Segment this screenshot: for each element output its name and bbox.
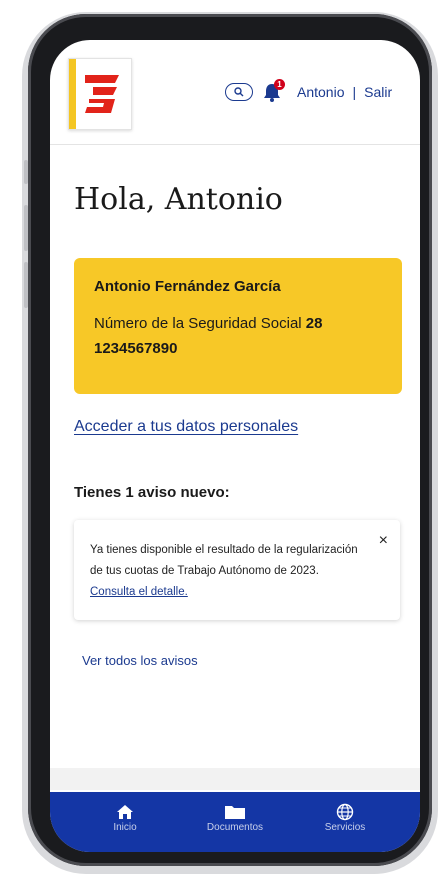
header-divider (50, 144, 420, 145)
notice-message: Ya tienes disponible el resultado de la … (90, 540, 360, 603)
home-icon (117, 805, 133, 819)
notice-text: Ya tienes disponible el resultado de la … (90, 544, 358, 577)
user-full-name: Antonio Fernández García (94, 278, 281, 295)
nav-label-inicio: Inicio (113, 822, 137, 833)
notices-heading: Tienes 1 aviso nuevo: (74, 484, 230, 501)
logo-mark-icon (85, 75, 119, 113)
app-logo[interactable] (68, 58, 132, 130)
nav-label-documentos: Documentos (206, 822, 264, 833)
social-security-label: Número de la Seguridad Social (94, 315, 302, 332)
notification-badge: 1 (274, 79, 285, 90)
notice-card: Ya tienes disponible el resultado de la … (74, 520, 400, 620)
notifications-button[interactable]: 1 (261, 79, 285, 103)
search-icon (234, 87, 244, 97)
globe-icon (336, 803, 354, 821)
nav-item-inicio[interactable]: Inicio (70, 792, 180, 852)
user-info-card: Antonio Fernández García Número de la Se… (74, 258, 402, 394)
content-bottom-shade (50, 768, 420, 790)
search-button[interactable] (225, 83, 253, 101)
nav-item-servicios[interactable]: Servicios (290, 792, 400, 852)
notice-detail-link[interactable]: Consulta el detalle. (90, 586, 188, 598)
user-name-link[interactable]: Antonio (297, 84, 344, 100)
header-actions: 1 Antonio | Salir (225, 79, 392, 104)
page-title: Hola, Antonio (74, 182, 283, 217)
social-security-info: Número de la Seguridad Social 28 1234567… (94, 311, 384, 361)
header-separator: | (352, 84, 357, 100)
logout-link[interactable]: Salir (364, 84, 392, 100)
personal-data-link[interactable]: Acceder a tus datos personales (74, 418, 298, 436)
bottom-navigation: Inicio Documentos Servicios (50, 792, 420, 852)
folder-icon (225, 806, 245, 819)
app-screen: 1 Antonio | Salir Hola, Antonio Antonio … (50, 40, 420, 852)
nav-item-documentos[interactable]: Documentos (180, 792, 290, 852)
nav-label-servicios: Servicios (324, 822, 366, 833)
all-notices-link[interactable]: Ver todos los avisos (82, 653, 198, 668)
close-icon[interactable]: × (379, 532, 388, 550)
